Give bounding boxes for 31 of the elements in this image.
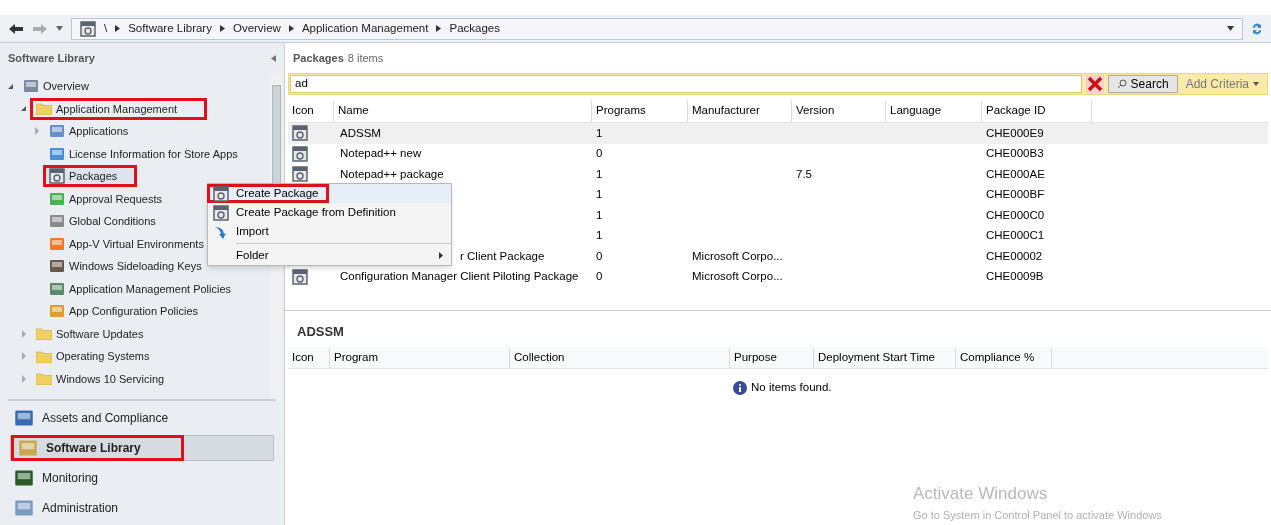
table-cell: CHE000BF xyxy=(986,188,1045,201)
list-title: Packages xyxy=(293,50,344,66)
table-cell: 0 xyxy=(596,147,603,160)
table-cell: 0 xyxy=(596,249,603,262)
table-cell: Microsoft Corpo... xyxy=(692,249,783,262)
table-cell: 1 xyxy=(596,167,603,180)
table-cell: 1 xyxy=(596,188,603,201)
table-cell: CHE00002 xyxy=(986,249,1043,262)
table-cell: CHE000C0 xyxy=(986,208,1045,221)
table-cell: CHE000AE xyxy=(986,167,1045,180)
table-cell: 1 xyxy=(596,229,603,242)
table-cell: Notepad++ package xyxy=(340,167,444,180)
table-cell: CHE000E9 xyxy=(986,126,1044,139)
table-cell: r Client Package xyxy=(460,249,545,262)
table-cell: CHE000B3 xyxy=(986,147,1044,160)
table-cell: ADSSM xyxy=(340,126,381,139)
table-cell: 1 xyxy=(596,126,603,139)
empty-message: No items found. xyxy=(751,380,832,395)
table-cell: Microsoft Corpo... xyxy=(692,270,783,283)
table-cell: Configuration Manager Client Piloting Package xyxy=(340,270,579,283)
table-cell: CHE000C1 xyxy=(986,229,1045,242)
table-cell: Notepad++ new xyxy=(340,147,422,160)
item-count: 8 items xyxy=(347,50,384,66)
table-cell: 7.5 xyxy=(796,167,812,180)
activation-text: Go to System in Control Panel to activate Windows xyxy=(913,507,1163,523)
activation-title: Activate Windows xyxy=(913,483,1049,505)
table-cell: CHE0009B xyxy=(986,270,1044,283)
details-title: ADSSM xyxy=(297,322,344,341)
table-cell: 0 xyxy=(596,270,603,283)
pane-title: Software Library xyxy=(8,50,95,66)
table-cell: 1 xyxy=(596,208,603,221)
